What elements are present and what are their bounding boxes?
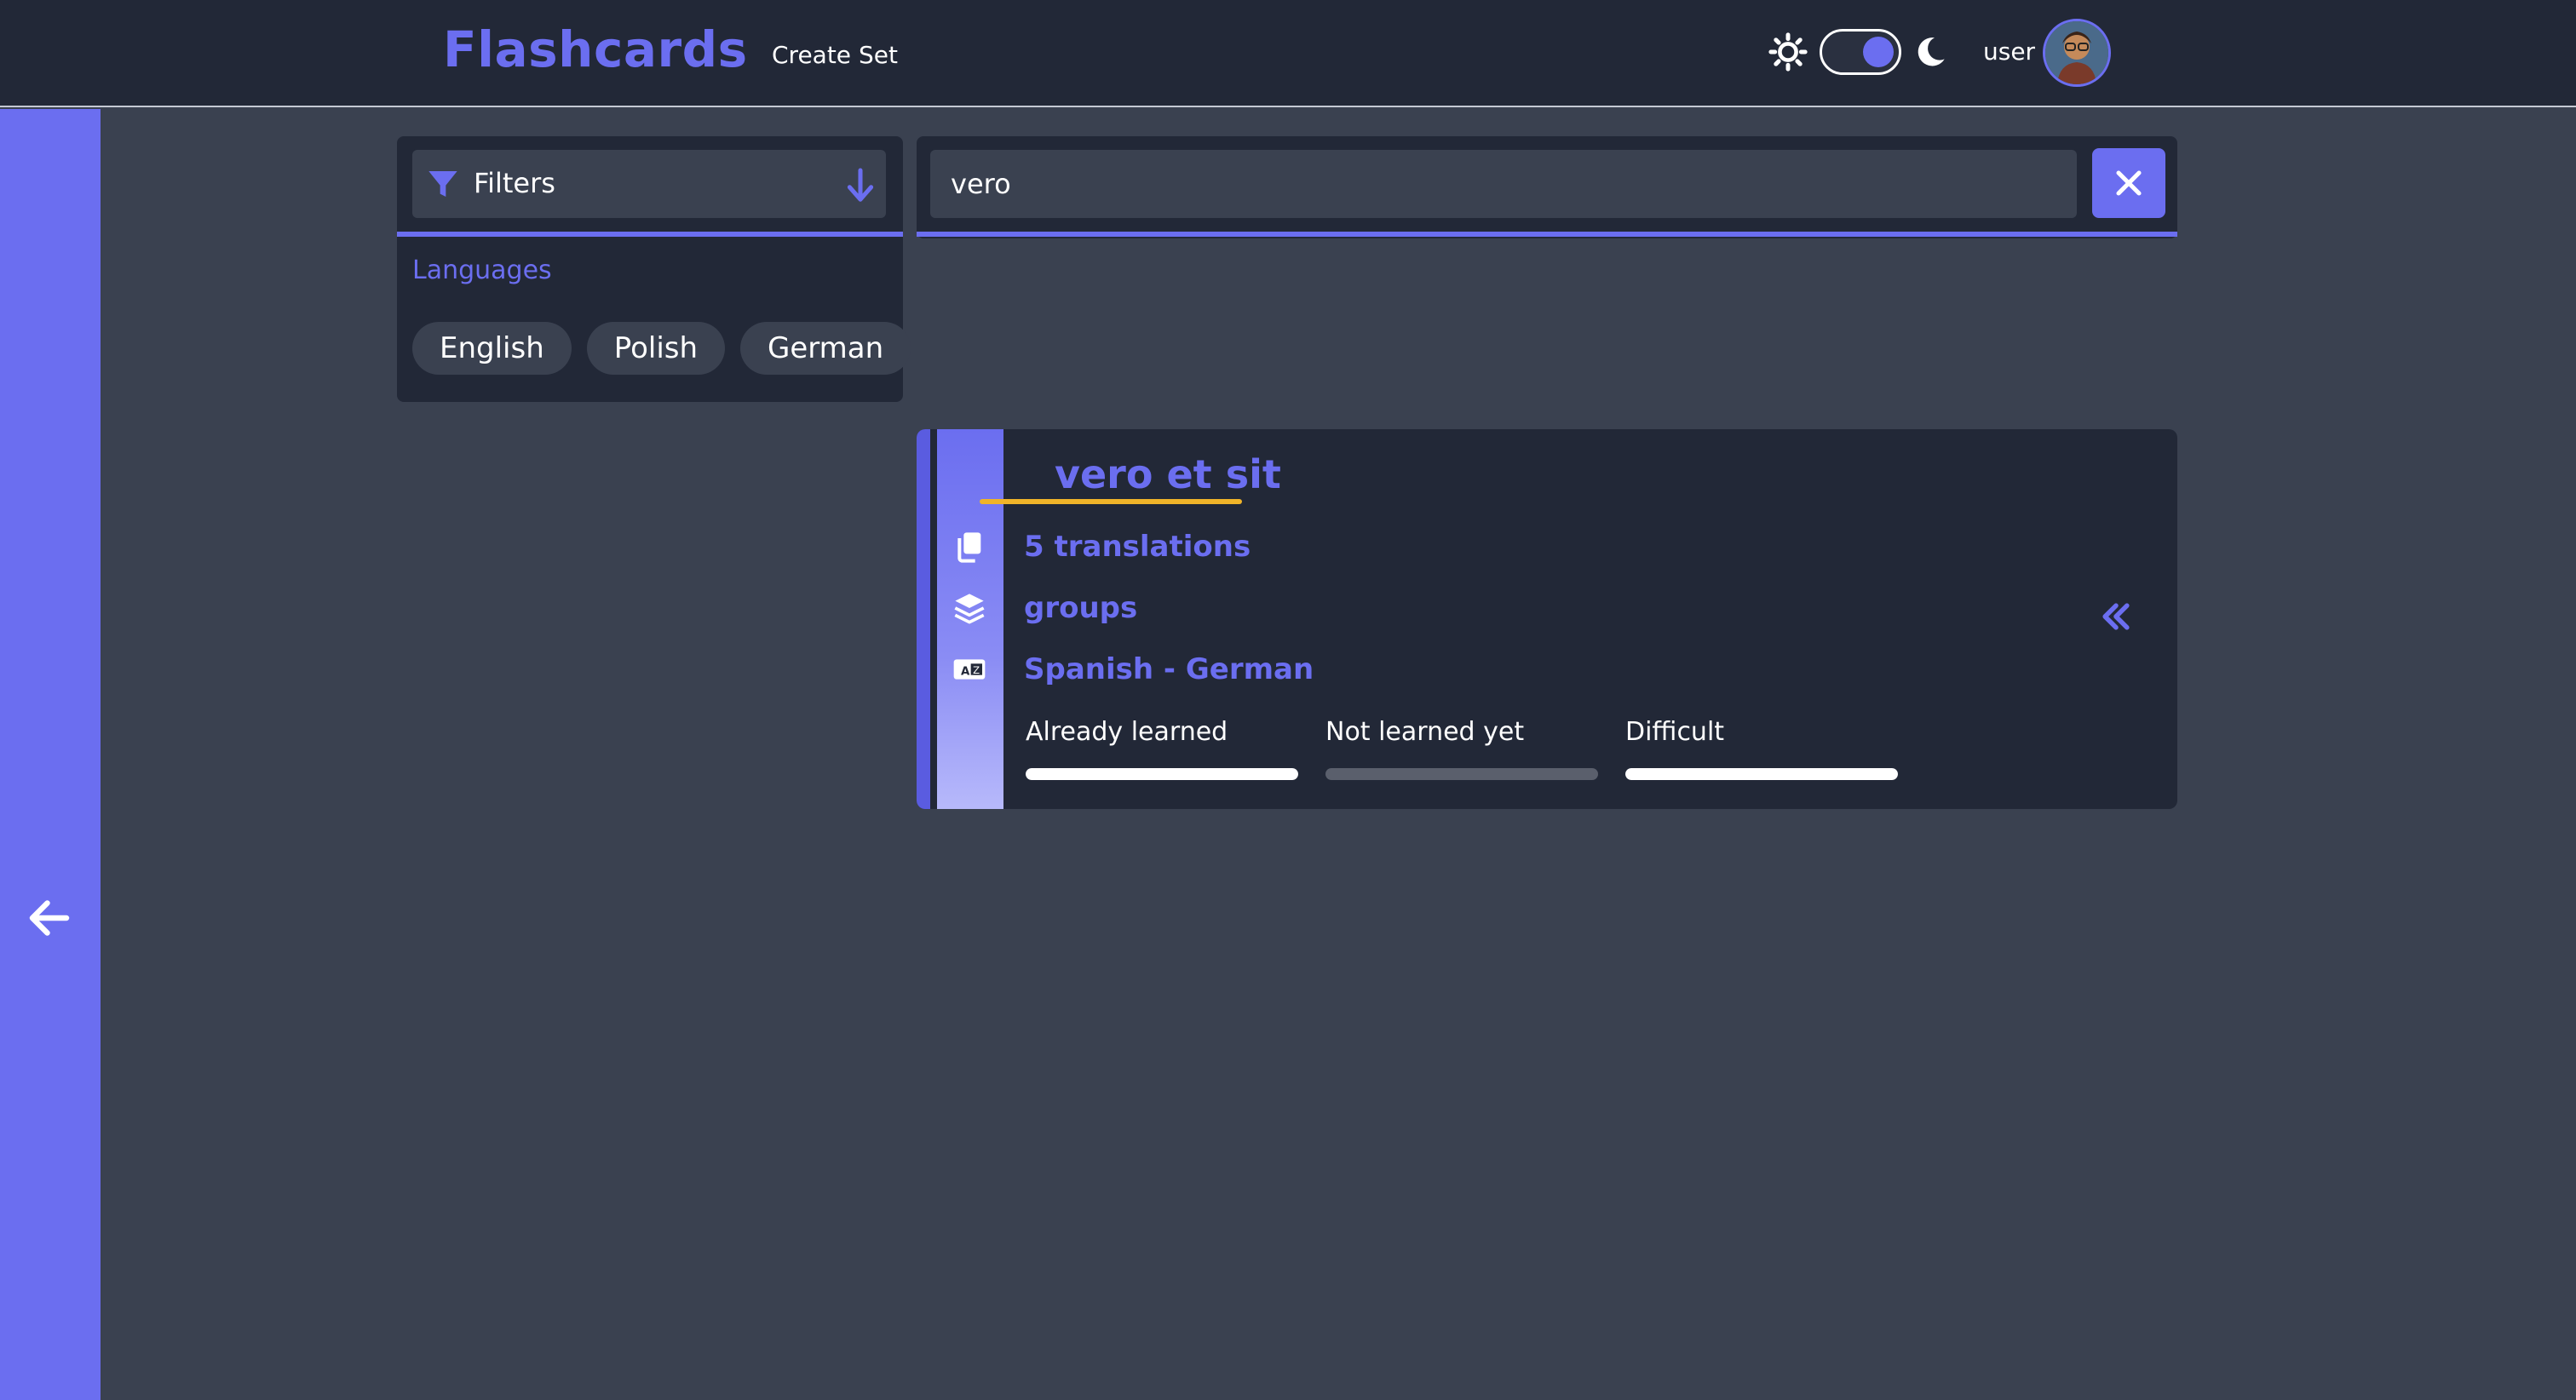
flashcard-set-card[interactable]: vero et sit 5 translations groups A Z Sp… [917,429,2177,809]
set-title[interactable]: vero et sit [1055,451,1281,497]
language-chip-polish[interactable]: Polish [586,322,726,375]
theme-toggle-knob [1863,37,1894,67]
sun-icon[interactable] [1768,32,1808,72]
avatar[interactable] [2043,19,2111,87]
layers-icon [954,594,985,624]
create-set-link[interactable]: Create Set [772,41,898,69]
languages-heading: Languages [412,255,552,285]
app-logo-title[interactable]: Flashcards [443,20,748,78]
groups-label: groups [1024,591,1138,625]
progress-bar-learned [1026,768,1298,780]
progress-label-learned: Already learned [1026,717,1228,747]
progress-label-not-learned: Not learned yet [1325,717,1525,747]
translations-count: 5 translations [1024,530,1251,564]
filters-divider [397,232,903,237]
progress-label-difficult: Difficult [1625,717,1725,747]
theme-toggle[interactable] [1820,29,1901,75]
username-label[interactable]: user [1983,37,2035,66]
funnel-icon [428,171,457,197]
copy-icon [957,532,981,563]
svg-text:A: A [961,666,970,679]
language-chip-english[interactable]: English [412,322,572,375]
moon-icon[interactable] [1913,34,1947,70]
arrow-down-icon[interactable] [845,167,876,204]
title-highlight [980,499,1242,504]
filters-panel: Filters Languages English Polish German [397,136,911,402]
progress-bar-difficult [1625,768,1898,780]
progress-fill-difficult [1625,768,1898,780]
progress-bar-not-learned [1325,768,1598,780]
svg-text:Z: Z [973,664,980,676]
avatar-image [2045,21,2108,84]
arrow-left-icon[interactable] [24,892,75,944]
language-chip-german[interactable]: German [740,322,911,375]
close-icon [2116,170,2142,196]
language-chips: English Polish German [412,322,911,375]
search-panel [917,136,2177,238]
filters-label: Filters [474,167,555,199]
search-divider [917,232,2177,237]
clear-search-button[interactable] [2092,148,2165,218]
search-input[interactable] [930,150,2077,218]
top-navbar: Flashcards Create Set user [0,0,2576,107]
card-accent-edge [917,429,930,809]
filters-dropdown[interactable]: Filters [412,150,886,218]
language-pair: Spanish - German [1024,652,1314,686]
language-icon: A Z [953,659,986,680]
double-chevron-left-icon[interactable] [2097,598,2135,635]
sidebar [0,109,101,1400]
progress-fill-learned [1026,768,1298,780]
